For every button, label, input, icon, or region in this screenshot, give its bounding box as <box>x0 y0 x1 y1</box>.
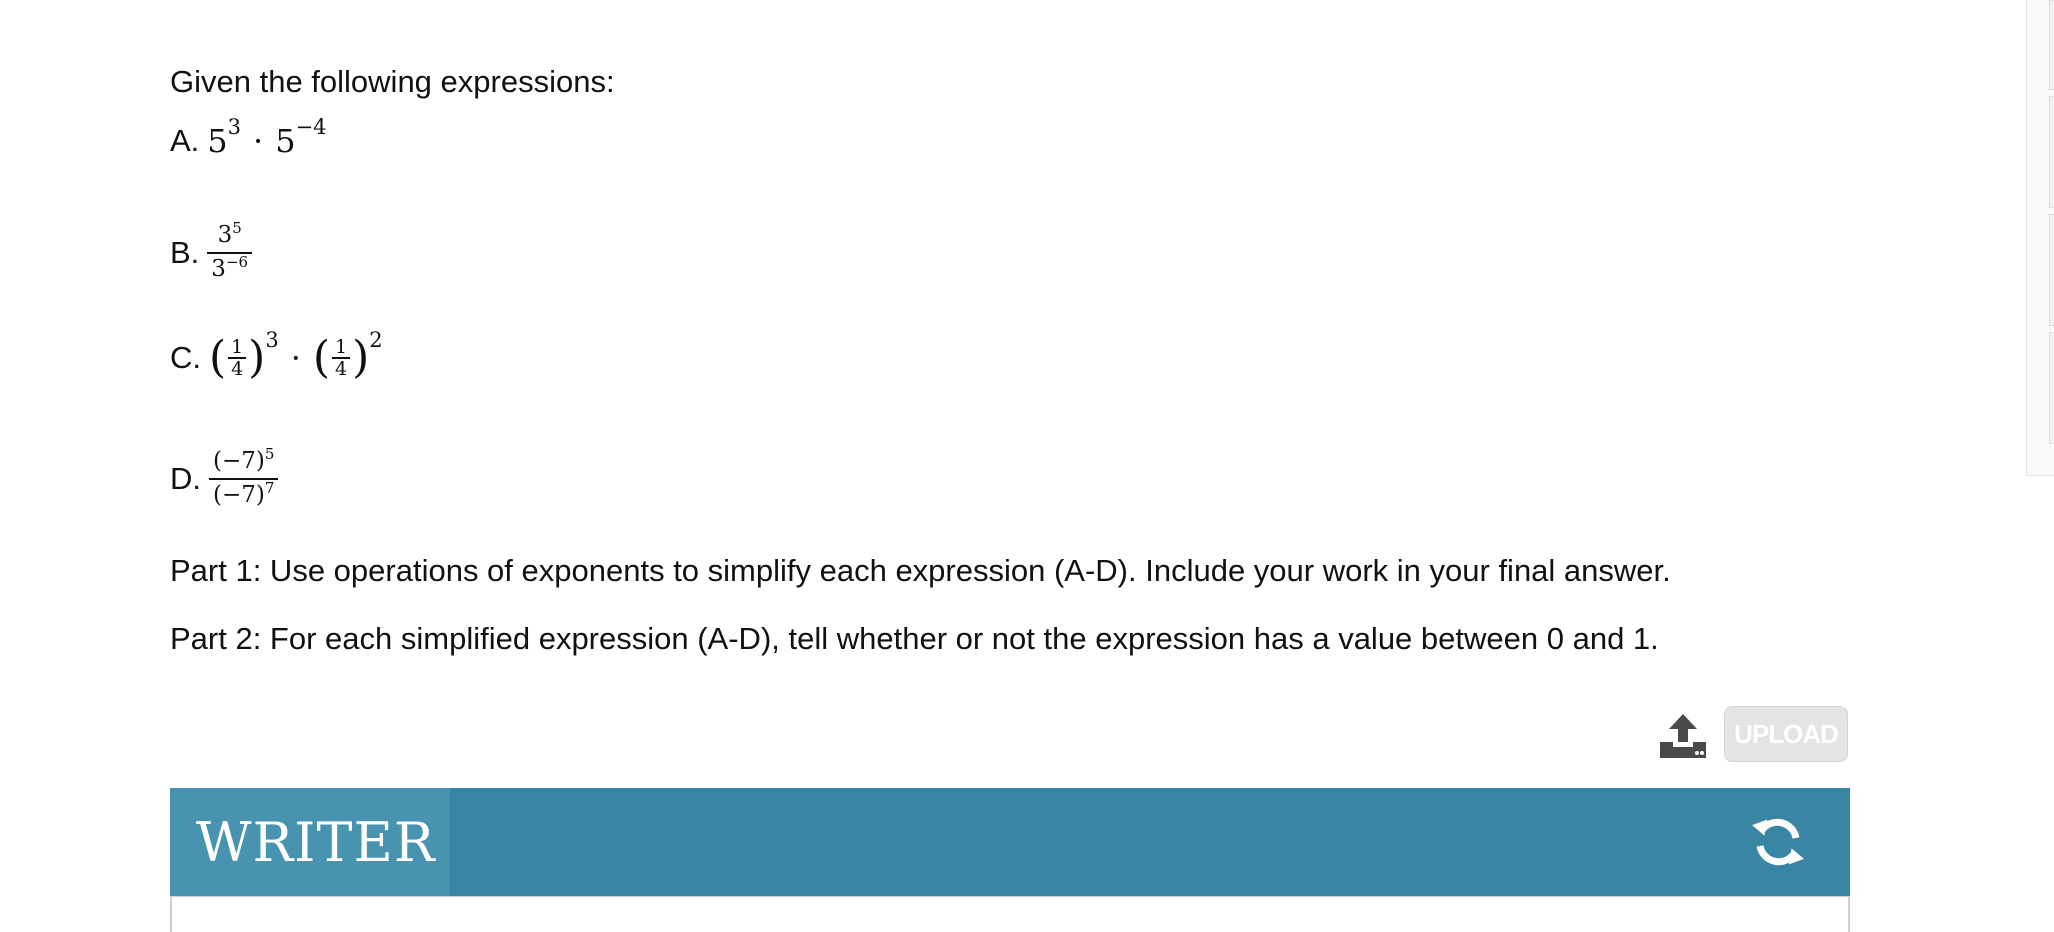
expression-a-base1: 5 <box>207 122 228 160</box>
right-paren: ) <box>248 332 266 383</box>
expression-b: B. 35 3−6 <box>170 219 253 286</box>
side-tab[interactable] <box>2049 0 2054 90</box>
writer-toolbar: WRITER <box>170 788 1850 896</box>
expression-b-num-base: 3 <box>217 222 233 248</box>
frac2-numerator: 1 <box>335 336 348 358</box>
side-panel-edge <box>2026 0 2054 476</box>
part2-text: Part 2: For each simplified expression (… <box>170 621 1659 656</box>
left-paren: ( <box>312 332 331 383</box>
expression-c: C. ( 1 4 ) 3 · ( 1 4 ) 2 <box>170 328 383 383</box>
expression-b-denominator: 3−6 <box>207 253 252 286</box>
side-tab[interactable] <box>2049 96 2054 208</box>
expression-b-numerator: 35 <box>214 219 246 252</box>
left-paren: ( <box>209 332 227 383</box>
writer-title: WRITER <box>170 788 450 896</box>
expression-c-letter: C. <box>170 340 201 375</box>
expression-d: D. (−7)5 (−7)7 <box>170 445 279 512</box>
expression-a-letter: A. <box>170 123 200 158</box>
expression-d-letter: D. <box>170 461 201 496</box>
right-paren: ) <box>352 332 370 383</box>
expression-c-math: ( 1 4 ) 3 · ( 1 4 ) 2 <box>209 328 383 383</box>
expression-a: A. 53 · 5 −4 <box>170 115 327 160</box>
expression-c-frac1: 1 4 <box>228 336 247 380</box>
frac2-denominator: 4 <box>335 358 348 380</box>
writer-editor-area[interactable] <box>170 896 1850 932</box>
expression-c-term1: ( 1 4 ) 3 <box>209 328 279 383</box>
expression-b-num-exp: 5 <box>232 219 242 237</box>
expression-d-denominator: (−7)7 <box>209 479 278 512</box>
expression-d-num-exp: 5 <box>264 445 275 463</box>
expression-a-exp2: −4 <box>295 115 327 139</box>
expression-d-fraction: (−7)5 (−7)7 <box>209 445 279 512</box>
side-tab[interactable] <box>2049 214 2054 326</box>
expression-b-den-base: 3 <box>211 256 226 282</box>
expression-d-num-base: (−7) <box>213 448 265 474</box>
expression-a-exp1: 3 <box>227 115 242 139</box>
expression-b-den-exp: −6 <box>225 253 249 271</box>
upload-button[interactable]: UPLOAD <box>1724 706 1848 762</box>
expression-d-numerator: (−7)5 <box>209 445 278 478</box>
expression-b-letter: B. <box>170 235 200 270</box>
side-tab[interactable] <box>2049 332 2054 444</box>
frac1-denominator: 4 <box>231 358 244 380</box>
expression-a-dot: · <box>253 122 264 160</box>
expression-c-dot: · <box>290 339 301 377</box>
refresh-icon[interactable] <box>1752 816 1804 868</box>
expression-c-term2: ( 1 4 ) 2 <box>312 328 383 383</box>
upload-icon[interactable] <box>1658 712 1708 760</box>
intro-text: Given the following expressions: <box>170 64 615 99</box>
frac1-numerator: 1 <box>231 336 244 358</box>
expression-c-exp1: 3 <box>265 328 279 352</box>
part1-text: Part 1: Use operations of exponents to s… <box>170 553 1671 588</box>
expression-a-base2: 5 <box>275 122 296 160</box>
expression-d-den-exp: 7 <box>264 479 275 497</box>
expression-c-frac2: 1 4 <box>332 336 351 380</box>
expression-c-exp2: 2 <box>369 328 383 352</box>
expression-b-fraction: 35 3−6 <box>207 219 253 286</box>
expression-d-den-base: (−7) <box>213 482 265 508</box>
expression-a-math: 53 · 5 −4 <box>207 115 326 160</box>
